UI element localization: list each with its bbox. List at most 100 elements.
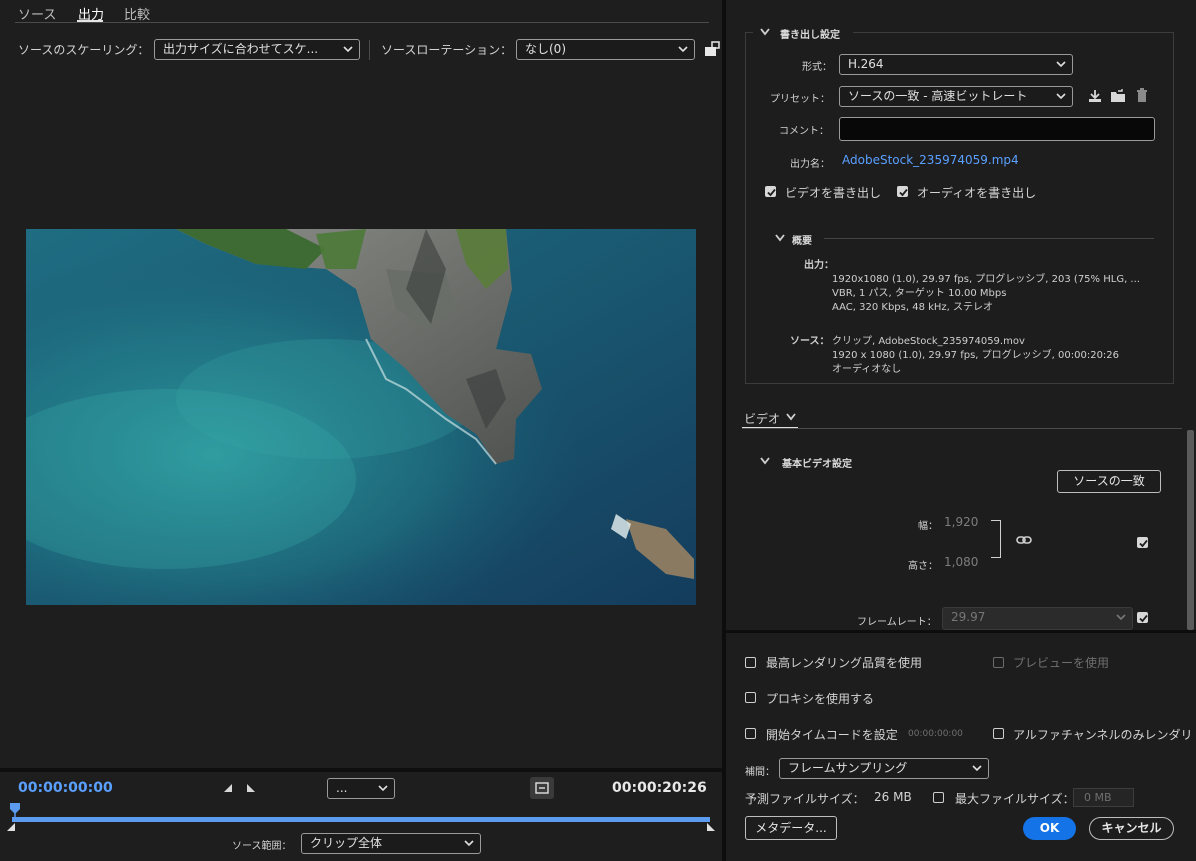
source-scaling-label: ソースのスケーリング： xyxy=(18,43,150,57)
export-audio-checkbox[interactable] xyxy=(897,186,908,197)
source-rotation-dropdown[interactable]: なし(0) xyxy=(516,39,695,60)
export-video-label: ビデオを書き出し xyxy=(785,186,882,200)
max-file-size-checkbox[interactable] xyxy=(933,792,944,803)
fit-frame-button[interactable] xyxy=(530,777,554,799)
estimated-size-label: 予測ファイルサイズ： xyxy=(745,792,865,806)
summary-divider xyxy=(824,238,1154,239)
output-name-link[interactable]: AdobeStock_235974059.mp4 xyxy=(842,153,1019,167)
width-value[interactable]: 1,920 xyxy=(944,515,978,529)
chevron-down-icon[interactable] xyxy=(775,234,785,242)
alpha-only-checkbox[interactable] xyxy=(993,728,1004,739)
export-video-checkbox[interactable] xyxy=(765,186,776,197)
start-timecode-label: 開始タイムコードを設定 xyxy=(766,728,898,742)
tab-source[interactable]: ソース xyxy=(18,4,56,23)
use-proxies-checkbox[interactable] xyxy=(745,692,756,703)
source-range-value: クリップ全体 xyxy=(310,836,383,850)
output-name-label: 出力名： xyxy=(790,159,830,170)
link-icon[interactable] xyxy=(1016,534,1032,546)
delete-preset-icon[interactable] xyxy=(1134,87,1150,103)
interpolation-value: フレームサンプリング xyxy=(788,761,908,775)
row-separator xyxy=(369,40,370,60)
match-source-button[interactable]: ソースの一致 xyxy=(1057,470,1161,493)
checkmark-icon xyxy=(767,188,776,197)
import-preset-icon[interactable] xyxy=(1110,88,1126,104)
chevron-down-icon xyxy=(1116,614,1126,621)
frame-rate-label: フレームレート： xyxy=(857,617,937,628)
chevron-down-icon xyxy=(464,840,474,847)
tab-compare[interactable]: 比較 xyxy=(124,4,150,23)
timeline-top-border xyxy=(0,768,722,772)
range-start-handle[interactable] xyxy=(6,822,16,832)
summary-source-label: ソース： xyxy=(790,336,830,347)
comment-field[interactable] xyxy=(839,117,1155,141)
format-label: 形式： xyxy=(802,62,832,73)
comment-label: コメント： xyxy=(779,126,829,137)
basic-video-title: 基本ビデオ設定 xyxy=(782,459,852,470)
summary-source-line-3: オーディオなし xyxy=(832,364,902,375)
max-render-quality-checkbox[interactable] xyxy=(745,657,756,668)
start-timecode-checkbox[interactable] xyxy=(745,728,756,739)
source-range-label: ソース範囲： xyxy=(232,841,292,852)
current-timecode[interactable]: 00:00:00:00 xyxy=(18,780,113,796)
checkmark-icon xyxy=(1139,614,1148,623)
ok-button[interactable]: OK xyxy=(1023,817,1076,840)
fit-icon xyxy=(535,782,549,794)
mark-out-icon[interactable] xyxy=(245,782,257,794)
range-end-handle[interactable] xyxy=(706,822,716,832)
video-preview[interactable] xyxy=(26,229,696,605)
use-previews-checkbox[interactable] xyxy=(993,657,1004,668)
frame-rate-value: 29.97 xyxy=(951,610,986,624)
max-file-size-field[interactable]: 0 MB xyxy=(1073,788,1134,807)
use-proxies-label: プロキシを使用する xyxy=(766,692,875,706)
dimensions-override-checkbox[interactable] xyxy=(1137,537,1148,548)
summary-source-line-1: クリップ, AdobeStock_235974059.mov xyxy=(832,336,1025,347)
source-rotation-label: ソースローテーション： xyxy=(381,43,513,57)
chevron-down-icon xyxy=(1056,61,1066,68)
height-value[interactable]: 1,080 xyxy=(944,555,978,569)
chevron-down-icon[interactable] xyxy=(760,28,770,36)
use-previews-label: プレビューを使用 xyxy=(1013,656,1110,670)
start-timecode-value[interactable]: 00:00:00:00 xyxy=(908,729,963,739)
metadata-button[interactable]: メタデータ... xyxy=(745,816,837,840)
right-panel: 書き出し設定 形式： H.264 プリセット： ソースの一致 - 高速ビットレー… xyxy=(726,0,1196,632)
crop-icon[interactable] xyxy=(703,40,721,58)
cancel-button[interactable]: キャンセル xyxy=(1089,817,1174,840)
summary-output-label: 出力： xyxy=(804,260,834,271)
chevron-down-icon xyxy=(972,765,982,772)
interpolation-dropdown[interactable]: フレームサンプリング xyxy=(779,758,989,779)
checkmark-icon xyxy=(1139,539,1148,548)
estimated-size-value: 26 MB xyxy=(874,790,912,804)
width-label: 幅： xyxy=(918,521,938,532)
chevron-down-icon[interactable] xyxy=(760,457,770,465)
export-audio-label: オーディオを書き出し xyxy=(917,186,1037,200)
zoom-dropdown[interactable]: ... xyxy=(327,778,395,799)
preset-dropdown[interactable]: ソースの一致 - 高速ビットレート xyxy=(839,86,1073,107)
max-file-size-label: 最大ファイルサイズ： xyxy=(955,792,1075,806)
tab-video[interactable]: ビデオ xyxy=(744,410,780,427)
preset-label: プリセット： xyxy=(770,94,830,105)
end-timecode: 00:00:20:26 xyxy=(612,780,707,796)
summary-output-line-2: VBR, 1 パス, ターゲット 10.00 Mbps xyxy=(832,288,1007,299)
mark-in-icon[interactable] xyxy=(222,782,234,794)
settings-scrollbar-thumb[interactable] xyxy=(1187,430,1194,630)
timeline-range-fill xyxy=(12,817,710,822)
source-scaling-dropdown[interactable]: 出力サイズに合わせてスケ... xyxy=(154,39,360,60)
summary-output-line-1: 1920x1080 (1.0), 29.97 fps, プログレッシブ, 203… xyxy=(832,274,1140,285)
format-dropdown[interactable]: H.264 xyxy=(839,54,1073,75)
bottom-right-panel: 最高レンダリング品質を使用 プレビューを使用 プロキシを使用する 開始タイムコー… xyxy=(726,633,1196,861)
tabs-divider xyxy=(15,22,709,23)
chevron-down-icon[interactable] xyxy=(786,413,796,421)
save-preset-icon[interactable] xyxy=(1087,88,1103,104)
source-scaling-value: 出力サイズに合わせてスケ... xyxy=(163,42,319,56)
frame-rate-override-checkbox[interactable] xyxy=(1137,612,1148,623)
timeline-track[interactable] xyxy=(12,817,710,822)
frame-rate-dropdown[interactable]: 29.97 xyxy=(942,607,1133,630)
preset-value: ソースの一致 - 高速ビットレート xyxy=(848,89,1028,103)
chevron-down-icon xyxy=(343,46,353,53)
summary-output-line-3: AAC, 320 Kbps, 48 kHz, ステレオ xyxy=(832,302,994,313)
tab-bar-divider xyxy=(742,428,1182,429)
source-range-dropdown[interactable]: クリップ全体 xyxy=(301,833,481,854)
chevron-down-icon xyxy=(678,46,688,53)
alpha-only-label: アルファチャンネルのみレンダリ xyxy=(1013,728,1193,742)
aspect-bracket xyxy=(991,520,1001,558)
